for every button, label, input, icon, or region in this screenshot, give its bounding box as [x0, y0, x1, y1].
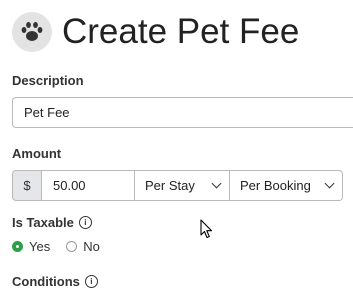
- basis-select-value: Per Booking: [240, 178, 311, 193]
- amount-input-group: $ 50.00 Per Stay Per Booking: [12, 170, 343, 201]
- amount-input[interactable]: 50.00: [42, 170, 135, 201]
- info-icon[interactable]: i: [78, 216, 92, 230]
- currency-addon: $: [12, 170, 42, 201]
- mouse-cursor-icon: [200, 219, 213, 239]
- chevron-down-icon: [324, 178, 335, 189]
- page-title: Create Pet Fee: [62, 12, 300, 51]
- taxable-no-radio[interactable]: [66, 241, 78, 252]
- amount-label: Amount: [12, 146, 62, 161]
- paw-icon: [12, 12, 52, 52]
- conditions-text: Conditions: [12, 274, 80, 289]
- is-taxable-label: Is Taxable i: [12, 215, 92, 230]
- taxable-yes-label[interactable]: Yes: [29, 239, 50, 254]
- info-icon[interactable]: i: [84, 275, 98, 289]
- description-input[interactable]: Pet Fee: [12, 97, 353, 128]
- taxable-radio-group: Yes No: [12, 239, 100, 254]
- basis-select[interactable]: Per Booking: [230, 170, 343, 201]
- chevron-down-icon: [211, 178, 222, 189]
- taxable-yes-radio[interactable]: [12, 241, 23, 252]
- conditions-label: Conditions i: [12, 274, 98, 289]
- taxable-no-label[interactable]: No: [83, 239, 100, 254]
- is-taxable-text: Is Taxable: [12, 215, 74, 230]
- description-label: Description: [12, 73, 84, 88]
- period-select-value: Per Stay: [145, 178, 195, 193]
- period-select[interactable]: Per Stay: [135, 170, 230, 201]
